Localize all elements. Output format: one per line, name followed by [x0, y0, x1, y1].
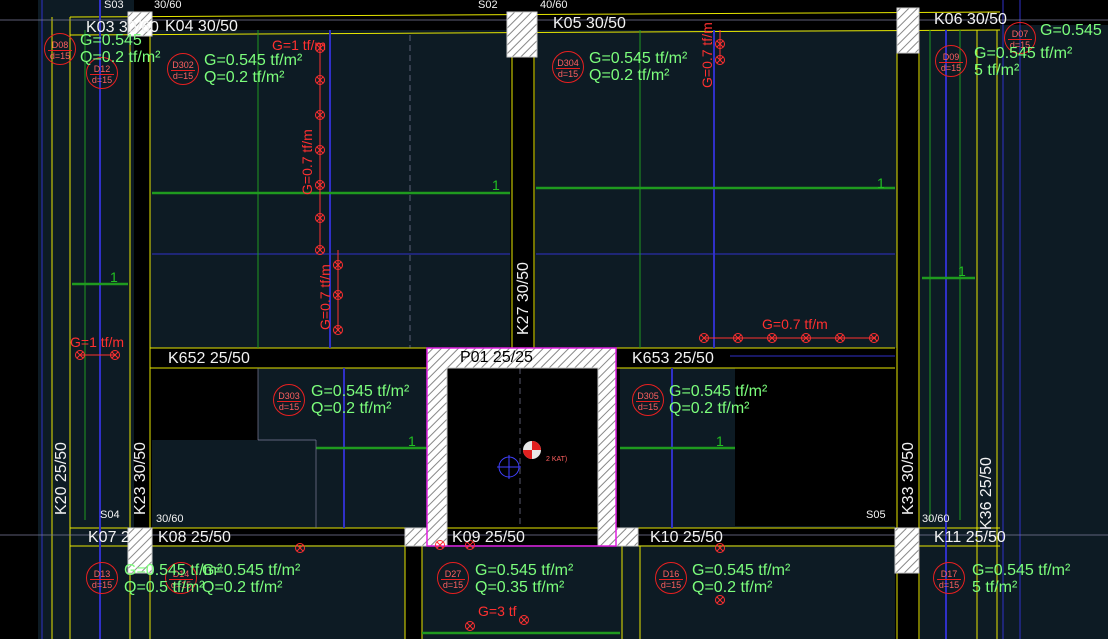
beam-label-k05[interactable]: K05 30/50	[553, 16, 626, 32]
beam-label-k11[interactable]: K11 25/50	[934, 530, 1006, 546]
beam-label-k10[interactable]: K10 25/50	[650, 530, 723, 546]
beam-label-k04[interactable]: K04 30/50	[165, 19, 238, 35]
line-load-horizontal: G=0.7 tf/m	[762, 316, 828, 332]
slab-tag-d304[interactable]: D304 d=15	[552, 51, 584, 83]
load-d305: G=0.545 tf/m² Q=0.2 tf/m²	[669, 383, 768, 417]
slab-tag-d17[interactable]: D17 d=15	[933, 562, 965, 594]
slab-tag-d27[interactable]: D27 d=15	[437, 562, 469, 594]
column-label-k33[interactable]: K33 30/50	[900, 442, 917, 515]
beam-label-k09[interactable]: K09 25/50	[452, 530, 525, 546]
load-d304: G=0.545 tf/m² Q=0.2 tf/m²	[589, 50, 688, 84]
slab-tag-d303[interactable]: D303 d=15	[273, 384, 305, 416]
beam-label-p01[interactable]: P01 25/25	[460, 350, 533, 366]
beam-label-k653[interactable]: K653 25/50	[632, 351, 714, 367]
rebar-mark-6: 1	[716, 433, 724, 449]
rebar-mark-2: 1	[877, 175, 885, 191]
col-dim-c: 30/60	[156, 513, 184, 525]
slab-tag-d305[interactable]: D305 d=15	[632, 384, 664, 416]
rebar-mark-1: 1	[492, 177, 500, 193]
support-s04: S04	[100, 509, 120, 521]
load-d302: G=0.545 tf/m² Q=0.2 tf/m²	[204, 52, 303, 86]
load-d27: G=0.545 tf/m² Q=0.35 tf/m²	[475, 562, 574, 596]
support-s05: S05	[866, 509, 886, 521]
stair-label: 2 KAT)	[546, 456, 568, 463]
load-d07: G=0.545	[1040, 22, 1102, 39]
line-load-top: G=1 tf/m	[272, 37, 327, 53]
load-d14: G=0.545 tf/m² Q=0.2 tf/m²	[202, 562, 301, 596]
slab-tag-d13[interactable]: D13 d=15	[86, 562, 118, 594]
col-dim-b: 40/60	[540, 0, 568, 11]
column-label-k36[interactable]: K36 25/50	[978, 457, 995, 530]
load-d303: G=0.545 tf/m² Q=0.2 tf/m²	[311, 383, 410, 417]
rebar-mark-3: 1	[110, 269, 118, 285]
load-d08: G=0.545 Q=0.2 tf/m²	[80, 32, 161, 66]
slab-tag-d08[interactable]: D08 d=15	[44, 33, 76, 65]
line-load-vertical-3: G=0.7 tf/m	[699, 22, 715, 88]
rebar-mark-4: 1	[958, 263, 966, 279]
line-load-bottom: G=3 tf	[478, 603, 517, 619]
column-label-k27[interactable]: K27 30/50	[515, 262, 532, 335]
slab-tag-d302[interactable]: D302 d=15	[167, 53, 199, 85]
col-dim-d: 30/60	[922, 513, 950, 525]
slab-tag-d16[interactable]: D16 d=15	[655, 562, 687, 594]
load-d16: G=0.545 tf/m² Q=0.2 tf/m²	[692, 562, 791, 596]
beam-label-k652[interactable]: K652 25/50	[168, 351, 250, 367]
column-label-k23[interactable]: K23 30/50	[132, 442, 149, 515]
slab-tag-d09[interactable]: D09 d=15	[935, 45, 967, 77]
beam-label-k08[interactable]: K08 25/50	[158, 530, 231, 546]
load-d17: G=0.545 tf/m² 5 tf/m²	[972, 562, 1071, 596]
support-s02: S02	[478, 0, 498, 11]
line-load-left: G=1 tf/m	[70, 334, 125, 350]
line-load-vertical-1: G=0.7 tf/m	[299, 129, 315, 195]
support-s03: S03	[104, 0, 124, 11]
beam-label-k06[interactable]: K06 30/50	[934, 12, 1007, 28]
rebar-mark-5: 1	[408, 433, 416, 449]
col-dim-a: 30/60	[154, 0, 182, 11]
line-load-vertical-2: G=0.7 tf/m	[317, 264, 333, 330]
beam-label-k07[interactable]: K07 2	[88, 530, 130, 546]
column-label-k20[interactable]: K20 25/50	[53, 442, 70, 515]
load-d09: G=0.545 tf/m² 5 tf/m²	[974, 45, 1073, 79]
